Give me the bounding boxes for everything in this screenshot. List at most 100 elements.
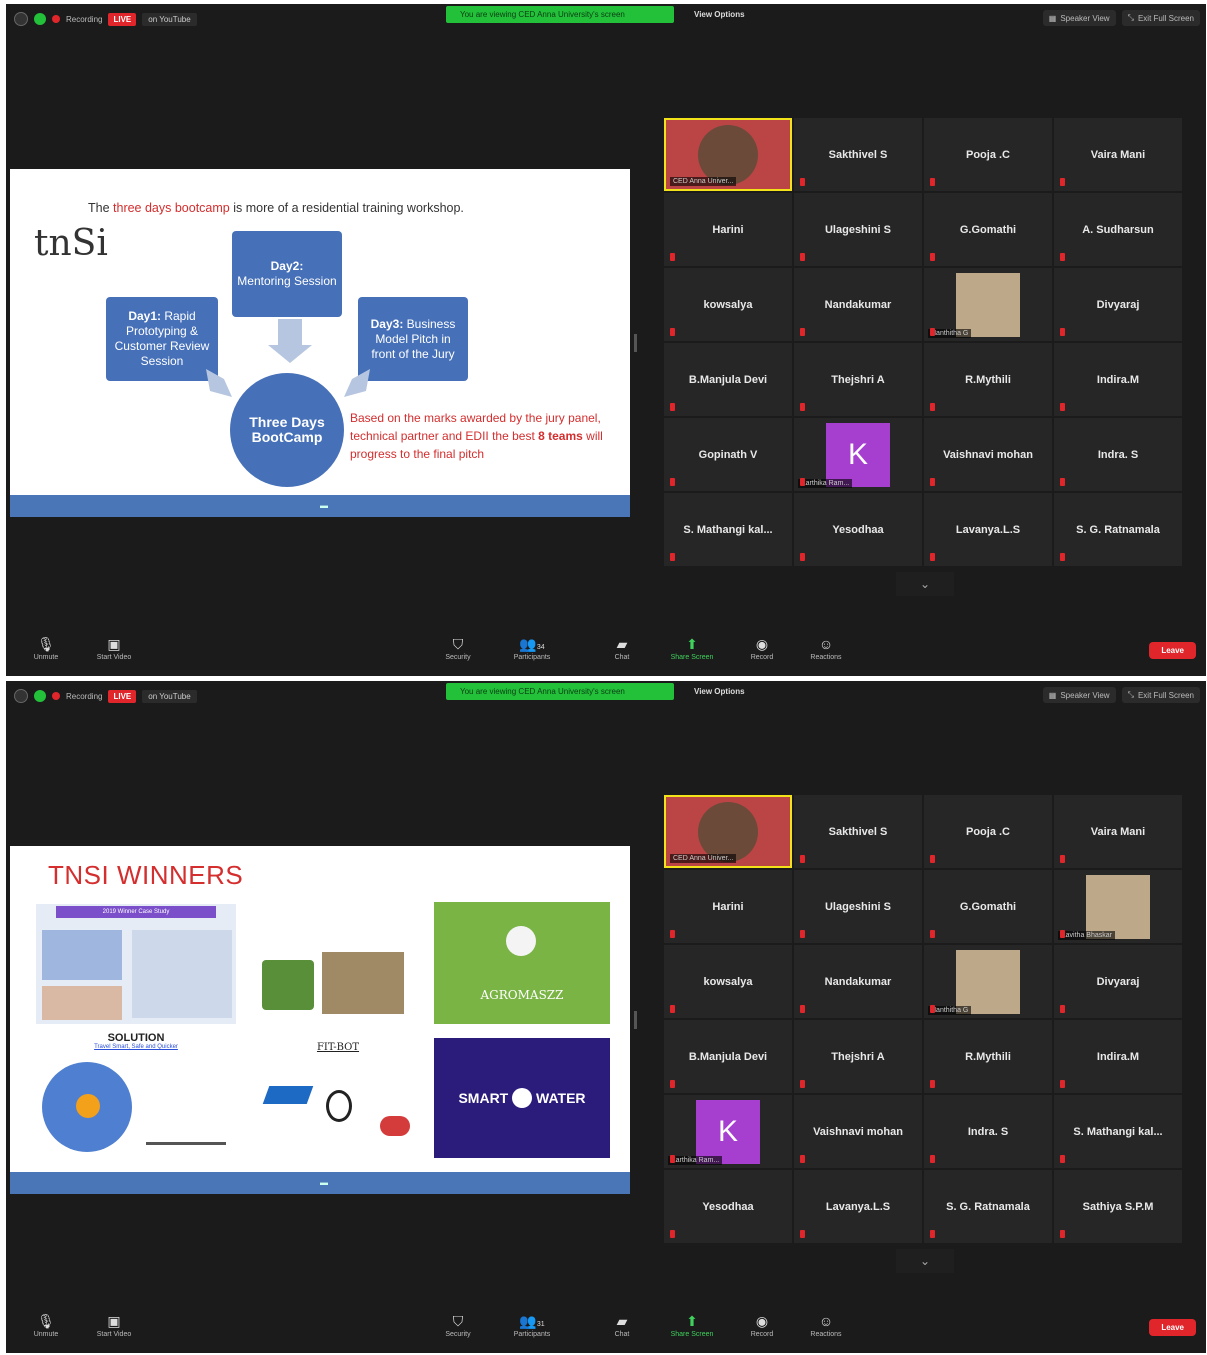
- participant-tile[interactable]: S. Mathangi kal...: [664, 493, 792, 566]
- shield-icon[interactable]: [34, 690, 46, 702]
- resize-handle[interactable]: [634, 1011, 637, 1029]
- participant-tile[interactable]: S. G. Ratnamala: [924, 1170, 1052, 1243]
- unmute-button[interactable]: 🎙 Unmute: [16, 1311, 76, 1338]
- participant-tile[interactable]: Nanthitha G: [924, 268, 1052, 341]
- participant-tile[interactable]: Gopinath V: [664, 418, 792, 491]
- youtube-dropdown[interactable]: on YouTube: [142, 12, 197, 26]
- live-badge[interactable]: LIVE: [108, 689, 137, 703]
- participant-tile[interactable]: Thejshri A: [794, 1020, 922, 1093]
- speaker-view-button[interactable]: ▦ Speaker View: [1042, 10, 1116, 26]
- participant-tile[interactable]: G.Gomathi: [924, 870, 1052, 943]
- mic-muted-icon: 🎙: [37, 636, 55, 652]
- participant-tile[interactable]: kowsalya: [664, 945, 792, 1018]
- chat-icon: ▰: [616, 1313, 628, 1329]
- record-button[interactable]: ◉ Record: [732, 1311, 792, 1338]
- resize-handle[interactable]: [634, 334, 637, 352]
- mic-muted-icon: [930, 328, 935, 336]
- view-options-button[interactable]: View Options: [694, 6, 745, 23]
- shield-icon[interactable]: [34, 13, 46, 25]
- chat-button[interactable]: ▰ Chat: [592, 1311, 652, 1338]
- participant-tile[interactable]: Sakthivel S: [794, 795, 922, 868]
- view-options-button[interactable]: View Options: [694, 683, 745, 700]
- leave-button[interactable]: Leave: [1149, 1319, 1196, 1336]
- participant-tile[interactable]: Vaira Mani: [1054, 118, 1182, 191]
- record-button[interactable]: ◉ Record: [732, 634, 792, 661]
- participant-tile[interactable]: Nanthitha G: [924, 945, 1052, 1018]
- participant-tile[interactable]: Indira.M: [1054, 343, 1182, 416]
- robot-panel: [252, 904, 424, 1024]
- next-page-button[interactable]: ⌄: [896, 572, 954, 596]
- participant-tile[interactable]: CED Anna Univer...: [664, 118, 792, 191]
- info-icon[interactable]: [14, 689, 28, 703]
- info-icon[interactable]: [14, 12, 28, 26]
- participant-tile[interactable]: G.Gomathi: [924, 193, 1052, 266]
- reactions-button[interactable]: ☺ Reactions: [796, 1311, 856, 1338]
- unmute-button[interactable]: 🎙 Unmute: [16, 634, 76, 661]
- mic-muted-icon: [930, 1080, 935, 1088]
- participant-tile[interactable]: Harini: [664, 870, 792, 943]
- screen-share-banner: You are viewing CED Anna University's sc…: [446, 683, 674, 700]
- participant-tile[interactable]: K Karthika Ram...: [664, 1095, 792, 1168]
- participant-tile[interactable]: S. Mathangi kal...: [1054, 1095, 1182, 1168]
- participant-tile[interactable]: CED Anna Univer...: [664, 795, 792, 868]
- live-badge[interactable]: LIVE: [108, 12, 137, 26]
- mic-muted-icon: [1060, 328, 1065, 336]
- participant-tile[interactable]: Yesodhaa: [664, 1170, 792, 1243]
- participants-button[interactable]: 👥31 Participants: [502, 1311, 562, 1338]
- participant-tile[interactable]: Indira.M: [1054, 1020, 1182, 1093]
- security-button[interactable]: ⛉ Security: [428, 1311, 488, 1338]
- participant-tile[interactable]: Harini: [664, 193, 792, 266]
- participant-tile[interactable]: Vaishnavi mohan: [924, 418, 1052, 491]
- start-video-button[interactable]: ▣ Start Video: [84, 1311, 144, 1338]
- participant-tile[interactable]: kowsalya: [664, 268, 792, 341]
- mic-muted-icon: [1060, 478, 1065, 486]
- leave-button[interactable]: Leave: [1149, 642, 1196, 659]
- participant-tile[interactable]: K Karthika Ram...: [794, 418, 922, 491]
- participants-button[interactable]: 👥34 Participants: [502, 634, 562, 661]
- participant-tile[interactable]: B.Manjula Devi: [664, 1020, 792, 1093]
- participant-name: Vaira Mani: [1090, 148, 1146, 161]
- participant-tile[interactable]: Indra. S: [1054, 418, 1182, 491]
- grid-icon: ▦: [1048, 690, 1057, 700]
- start-video-button[interactable]: ▣ Start Video: [84, 634, 144, 661]
- exit-full-screen-button[interactable]: ⤡ Exit Full Screen: [1121, 10, 1200, 26]
- share-screen-button[interactable]: ⬆ Share Screen: [662, 634, 722, 661]
- participant-tile[interactable]: Nandakumar: [794, 945, 922, 1018]
- participant-tile[interactable]: Divyaraj: [1054, 268, 1182, 341]
- participant-tile[interactable]: Vaira Mani: [1054, 795, 1182, 868]
- participant-name: Divyaraj: [1096, 975, 1140, 988]
- participant-tile[interactable]: Pooja .C: [924, 118, 1052, 191]
- grid-icon: ▦: [1048, 13, 1057, 23]
- next-page-button[interactable]: ⌄: [896, 1249, 954, 1273]
- participant-tile[interactable]: R.Mythili: [924, 343, 1052, 416]
- share-screen-button[interactable]: ⬆ Share Screen: [662, 1311, 722, 1338]
- participant-tile[interactable]: A. Sudharsun: [1054, 193, 1182, 266]
- security-button[interactable]: ⛉ Security: [428, 634, 488, 661]
- participant-tile[interactable]: Lavanya.L.S: [794, 1170, 922, 1243]
- participant-tile[interactable]: Nandakumar: [794, 268, 922, 341]
- participant-tile[interactable]: B.Manjula Devi: [664, 343, 792, 416]
- youtube-dropdown[interactable]: on YouTube: [142, 689, 197, 703]
- mic-muted-icon: [800, 328, 805, 336]
- participant-tile[interactable]: Sakthivel S: [794, 118, 922, 191]
- mic-muted-icon: [800, 930, 805, 938]
- participant-name: G.Gomathi: [959, 223, 1017, 236]
- participant-tile[interactable]: Vaishnavi mohan: [794, 1095, 922, 1168]
- participant-tile[interactable]: Thejshri A: [794, 343, 922, 416]
- speaker-view-button[interactable]: ▦ Speaker View: [1042, 687, 1116, 703]
- participant-tile[interactable]: Ulageshini S: [794, 870, 922, 943]
- participant-tile[interactable]: Pooja .C: [924, 795, 1052, 868]
- participant-tile[interactable]: Indra. S: [924, 1095, 1052, 1168]
- participant-tile[interactable]: R.Mythili: [924, 1020, 1052, 1093]
- participant-tile[interactable]: Kavitha Bhaskar: [1054, 870, 1182, 943]
- participant-tile[interactable]: S. G. Ratnamala: [1054, 493, 1182, 566]
- participant-tile[interactable]: Ulageshini S: [794, 193, 922, 266]
- participant-tile[interactable]: Yesodhaa: [794, 493, 922, 566]
- chat-button[interactable]: ▰ Chat: [592, 634, 652, 661]
- participant-tile[interactable]: Divyaraj: [1054, 945, 1182, 1018]
- participant-tile[interactable]: Sathiya S.P.M: [1054, 1170, 1182, 1243]
- participant-gallery: CED Anna Univer... Sakthivel S Pooja .C Vai…: [664, 795, 1184, 1243]
- participant-tile[interactable]: Lavanya.L.S: [924, 493, 1052, 566]
- exit-full-screen-button[interactable]: ⤡ Exit Full Screen: [1121, 687, 1200, 703]
- reactions-button[interactable]: ☺ Reactions: [796, 634, 856, 661]
